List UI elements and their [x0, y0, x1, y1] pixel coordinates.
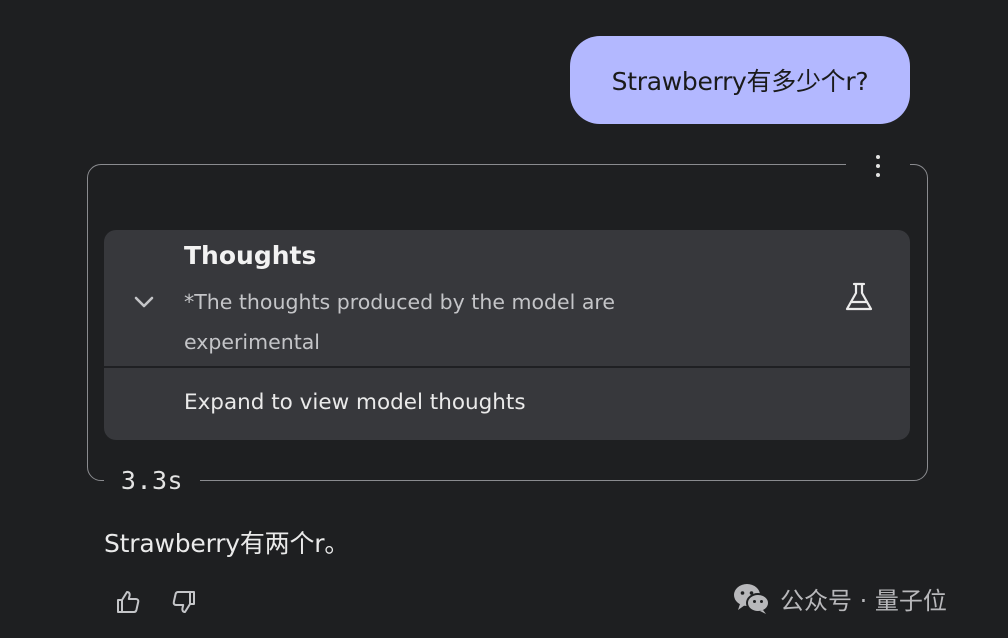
expand-thoughts-button[interactable]: Expand to view model thoughts [104, 368, 910, 440]
elapsed-time: 3.3s [104, 462, 200, 498]
thumbs-down-icon[interactable] [170, 588, 198, 616]
expand-thoughts-label: Expand to view model thoughts [184, 390, 526, 415]
model-answer: Strawberry有两个r。 [104, 529, 350, 558]
user-message-text: Strawberry有多少个r? [611, 67, 869, 96]
thoughts-title: Thoughts [184, 241, 317, 270]
thumbs-up-icon[interactable] [114, 588, 142, 616]
user-message-bubble: Strawberry有多少个r? [570, 36, 910, 124]
thoughts-header[interactable]: Thoughts *The thoughts produced by the m… [104, 230, 910, 366]
elapsed-time-label: 3.3s [120, 465, 184, 495]
flask-icon [845, 282, 873, 311]
response-menu-button[interactable] [846, 150, 910, 182]
more-vert-icon [876, 155, 880, 177]
wechat-icon [734, 584, 770, 614]
watermark: 公众号 · 量子位 [732, 580, 947, 616]
chevron-down-icon[interactable] [132, 290, 156, 314]
thoughts-panel: Thoughts *The thoughts produced by the m… [104, 230, 910, 440]
watermark-text: 公众号 · 量子位 [780, 586, 947, 615]
thoughts-subtitle: *The thoughts produced by the model are … [184, 290, 615, 354]
